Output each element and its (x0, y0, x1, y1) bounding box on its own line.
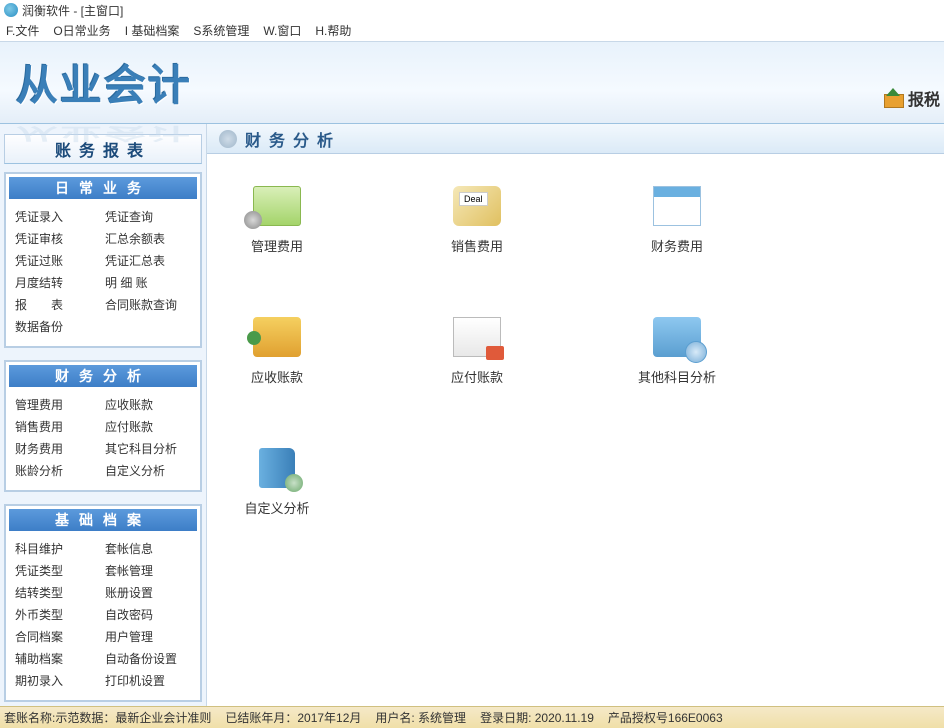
sidebar-link[interactable]: 凭证类型 (13, 562, 103, 579)
sidebar-group-analysis: 财务分析 管理费用应收账款 销售费用应付账款 财务费用其它科目分析 账龄分析自定… (4, 360, 202, 492)
titlebar: 润衡软件 - [主窗口] (0, 0, 944, 20)
window-title: 润衡软件 - [主窗口] (22, 2, 123, 19)
sidebar-group-header: 基础档案 (9, 509, 197, 531)
sidebar-link[interactable]: 辅助档案 (13, 650, 103, 667)
sidebar-link[interactable]: 销售费用 (13, 418, 103, 435)
sidebar-link[interactable]: 自改密码 (103, 606, 193, 623)
item-mgmt-expense[interactable]: 管理费用 (227, 184, 327, 255)
item-label: 其他科目分析 (638, 367, 716, 386)
item-label: 管理费用 (251, 236, 303, 255)
sidebar-link[interactable]: 凭证查询 (103, 208, 193, 225)
menu-file[interactable]: F.文件 (6, 22, 39, 39)
sidebar-link[interactable]: 账册设置 (103, 584, 193, 601)
tax-link-label: 报税 (908, 86, 940, 110)
sidebar-link[interactable]: 账龄分析 (13, 462, 103, 479)
sidebar-link[interactable]: 应收账款 (103, 396, 193, 413)
status-closed: 已结账年月：2017年12月 (225, 709, 361, 726)
sidebar-link[interactable]: 结转类型 (13, 584, 103, 601)
item-label: 财务费用 (651, 236, 703, 255)
sidebar-link[interactable]: 科目维护 (13, 540, 103, 557)
tax-icon (882, 88, 904, 108)
status-login: 登录日期: 2020.11.19 (480, 709, 594, 726)
sidebar-link[interactable]: 月度结转 (13, 274, 103, 291)
custom-analysis-icon (259, 448, 295, 488)
status-license: 产品授权号166E0063 (608, 709, 723, 726)
sidebar-link[interactable]: 自动备份设置 (103, 650, 193, 667)
statusbar: 套账名称:示范数据：最新企业会计准则 已结账年月：2017年12月 用户名: 系… (0, 706, 944, 728)
sidebar-link[interactable]: 数据备份 (13, 318, 103, 335)
sidebar-link[interactable]: 汇总余额表 (103, 230, 193, 247)
sidebar-link[interactable]: 凭证过账 (13, 252, 103, 269)
item-custom-analysis[interactable]: 自定义分析 (227, 446, 327, 517)
payable-icon (453, 317, 501, 357)
item-receivable[interactable]: 应收账款 (227, 315, 327, 386)
sidebar-group-daily: 日常业务 凭证录入凭证查询 凭证审核汇总余额表 凭证过账凭证汇总表 月度结转明 … (4, 172, 202, 348)
sidebar-link[interactable]: 明 细 账 (103, 274, 193, 291)
sidebar-group-header: 财务分析 (9, 365, 197, 387)
gear-icon (219, 130, 237, 148)
sidebar-link[interactable]: 打印机设置 (103, 672, 193, 689)
item-label: 自定义分析 (244, 498, 309, 517)
sidebar-link[interactable]: 用户管理 (103, 628, 193, 645)
item-label: 应收账款 (251, 367, 303, 386)
item-finance-expense[interactable]: 财务费用 (627, 184, 727, 255)
sidebar-link[interactable]: 财务费用 (13, 440, 103, 457)
content-body: 管理费用 销售费用 财务费用 应收账款 应付账款 (207, 154, 944, 706)
status-account: 套账名称:示范数据：最新企业会计准则 (4, 709, 211, 726)
sidebar-link[interactable]: 凭证录入 (13, 208, 103, 225)
sidebar-group-header: 日常业务 (9, 177, 197, 199)
menu-window[interactable]: W.窗口 (263, 22, 301, 39)
sidebar-link[interactable]: 自定义分析 (103, 462, 193, 479)
sidebar-link[interactable]: 外币类型 (13, 606, 103, 623)
app-icon (4, 3, 18, 17)
menu-base[interactable]: I 基础档案 (125, 22, 180, 39)
item-sales-expense[interactable]: 销售费用 (427, 184, 527, 255)
icon-grid: 管理费用 销售费用 财务费用 应收账款 应付账款 (227, 184, 924, 517)
sidebar-link[interactable]: 凭证汇总表 (103, 252, 193, 269)
sidebar-group-base: 基础档案 科目维护套帐信息 凭证类型套帐管理 结转类型账册设置 外币类型自改密码… (4, 504, 202, 702)
banner: 从业会计 从业会计 报税 (0, 42, 944, 124)
menu-system[interactable]: S系统管理 (193, 22, 249, 39)
item-other-analysis[interactable]: 其他科目分析 (627, 315, 727, 386)
sidebar-link[interactable]: 合同账款查询 (103, 296, 193, 313)
item-label: 应付账款 (451, 367, 503, 386)
receivable-icon (253, 317, 301, 357)
sidebar-link[interactable]: 报 表 (13, 296, 103, 313)
sidebar-link[interactable]: 凭证审核 (13, 230, 103, 247)
sidebar-link[interactable]: 合同档案 (13, 628, 103, 645)
sidebar-link[interactable]: 管理费用 (13, 396, 103, 413)
content-pane: 财务分析 管理费用 销售费用 财务费用 应收账款 (206, 124, 944, 706)
sidebar-link[interactable]: 期初录入 (13, 672, 103, 689)
content-title: 财务分析 (245, 127, 341, 151)
sidebar-link[interactable]: 套帐信息 (103, 540, 193, 557)
logo-text: 从业会计 (16, 52, 192, 113)
sales-expense-icon (453, 186, 501, 226)
item-label: 销售费用 (451, 236, 503, 255)
menu-help[interactable]: H.帮助 (315, 22, 351, 39)
status-user: 用户名: 系统管理 (375, 709, 466, 726)
content-header: 财务分析 (207, 124, 944, 154)
menubar: F.文件 O日常业务 I 基础档案 S系统管理 W.窗口 H.帮助 (0, 20, 944, 42)
sidebar-link[interactable]: 应付账款 (103, 418, 193, 435)
menu-daily[interactable]: O日常业务 (53, 22, 110, 39)
item-payable[interactable]: 应付账款 (427, 315, 527, 386)
sidebar: 账务报表 日常业务 凭证录入凭证查询 凭证审核汇总余额表 凭证过账凭证汇总表 月… (0, 124, 206, 706)
other-analysis-icon (653, 317, 701, 357)
sidebar-link[interactable]: 套帐管理 (103, 562, 193, 579)
finance-expense-icon (653, 186, 701, 226)
logo-reflection: 从业会计 (16, 122, 192, 146)
tax-link[interactable]: 报税 (882, 86, 940, 110)
mgmt-expense-icon (253, 186, 301, 226)
main-area: 账务报表 日常业务 凭证录入凭证查询 凭证审核汇总余额表 凭证过账凭证汇总表 月… (0, 124, 944, 706)
sidebar-link[interactable]: 其它科目分析 (103, 440, 193, 457)
